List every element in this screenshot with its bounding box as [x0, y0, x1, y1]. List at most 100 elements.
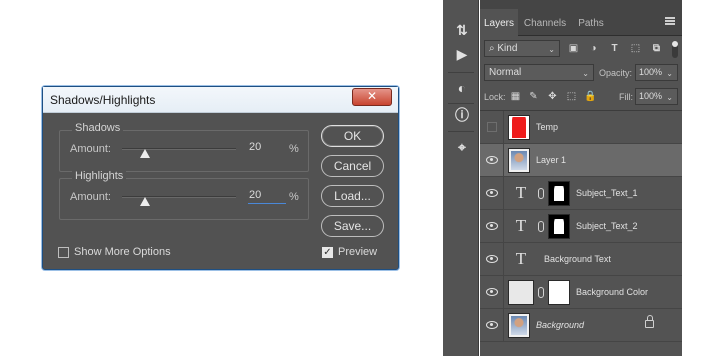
lock-image-pixels-icon[interactable]: ✎: [528, 91, 539, 102]
layer-row[interactable]: Temp: [480, 111, 682, 144]
shadows-highlights-dialog: Shadows/Highlights ✕ Shadows Amount: 20 …: [42, 86, 399, 270]
blend-mode-dropdown[interactable]: Normal ⌄: [484, 64, 594, 81]
lock-transparent-pixels-icon[interactable]: ▦: [510, 91, 521, 102]
type-filter-icon[interactable]: T: [609, 43, 620, 54]
adjustments-icon[interactable]: ◐: [453, 79, 471, 97]
layer-mask-thumbnail[interactable]: [548, 280, 570, 305]
shape-filter-icon[interactable]: ⬚: [630, 43, 641, 54]
type-layer-icon: T: [515, 216, 527, 235]
visibility-toggle[interactable]: [480, 309, 504, 342]
visibility-toggle[interactable]: [480, 177, 504, 210]
fill-value: 100%: [639, 91, 663, 101]
layer-name: Background Color: [576, 287, 649, 297]
shadows-amount-input[interactable]: 20: [248, 139, 286, 156]
filter-toggle-switch[interactable]: [672, 41, 678, 58]
opacity-value: 100%: [639, 67, 663, 77]
shadows-group-title: Shadows: [72, 122, 124, 134]
layer-name: Subject_Text_1: [576, 188, 638, 198]
layer-row[interactable]: Layer 1: [480, 144, 682, 177]
fill-label: Fill:: [619, 92, 633, 102]
image-filter-icon[interactable]: ▣: [568, 43, 579, 54]
layer-row[interactable]: Background Color: [480, 276, 682, 309]
layer-name: Layer 1: [536, 155, 567, 165]
eye-icon: [486, 321, 498, 329]
layer-name: Background Text: [544, 254, 611, 264]
tab-paths[interactable]: Paths: [572, 9, 610, 36]
layers-panel: Layers Channels Paths ⌕ Kind ⌄ ▣ ◑ T ⬚ ⧉…: [480, 0, 682, 356]
layer-row[interactable]: T Background Text: [480, 243, 682, 276]
history-icon[interactable]: ⇅: [453, 21, 471, 39]
lock-all-icon[interactable]: 🔒: [584, 91, 596, 102]
filter-kind-dropdown[interactable]: ⌕ Kind ⌄: [484, 40, 560, 57]
opacity-input[interactable]: 100% ⌄: [635, 64, 678, 81]
link-icon[interactable]: [538, 221, 544, 232]
preview-label[interactable]: Preview: [338, 246, 377, 258]
smart-object-filter-icon[interactable]: ⧉: [651, 43, 662, 54]
eye-icon: [486, 288, 498, 296]
close-button[interactable]: ✕: [352, 88, 392, 106]
dialog-title: Shadows/Highlights: [50, 93, 156, 107]
toolbar-divider: [448, 103, 474, 104]
layer-mask-thumbnail[interactable]: [548, 181, 570, 206]
layer-name: Subject_Text_2: [576, 221, 638, 231]
show-more-options-checkbox[interactable]: [58, 247, 69, 258]
link-icon[interactable]: [538, 287, 544, 298]
layer-thumbnail: [508, 313, 530, 338]
red-silhouette-icon: [512, 117, 526, 138]
preview-checkbox[interactable]: ✓: [322, 247, 333, 258]
visibility-toggle[interactable]: [480, 276, 504, 309]
lock-icon[interactable]: [645, 315, 654, 328]
lock-artboard-icon[interactable]: ⬚: [566, 91, 577, 102]
visibility-toggle[interactable]: [480, 243, 504, 276]
type-layer-icon: T: [515, 249, 527, 268]
load-button[interactable]: Load...: [321, 185, 384, 207]
cancel-button[interactable]: Cancel: [321, 155, 384, 177]
highlights-group-title: Highlights: [72, 170, 127, 182]
visibility-toggle[interactable]: [480, 144, 504, 177]
layer-row[interactable]: T Subject_Text_1: [480, 177, 682, 210]
link-icon[interactable]: [538, 188, 544, 199]
panel-tabs: Layers Channels Paths: [480, 0, 682, 36]
layer-row[interactable]: Background: [480, 309, 682, 342]
fill-input[interactable]: 100% ⌄: [635, 88, 678, 105]
layer-name: Temp: [536, 122, 559, 132]
close-icon: ✕: [366, 89, 378, 103]
mask-silhouette-icon: [549, 182, 569, 205]
ok-button[interactable]: OK: [321, 125, 384, 147]
highlights-slider-thumb[interactable]: [139, 197, 150, 206]
panel-menu-icon[interactable]: [665, 17, 675, 25]
type-layer-icon: T: [515, 183, 527, 202]
clone-source-icon[interactable]: ⌖: [453, 138, 471, 156]
fill-layer-thumbnail: [508, 280, 534, 305]
layer-thumbnail: [508, 148, 530, 173]
tab-layers[interactable]: Layers: [480, 9, 518, 36]
visibility-toggle[interactable]: [480, 111, 504, 144]
visibility-toggle[interactable]: [480, 210, 504, 243]
shadows-slider-thumb[interactable]: [139, 149, 150, 158]
actions-play-icon[interactable]: ▶: [453, 45, 471, 63]
info-icon[interactable]: ⓘ: [453, 106, 471, 124]
portrait-photo-icon: [511, 151, 527, 170]
eye-icon: [486, 156, 498, 164]
save-button[interactable]: Save...: [321, 215, 384, 237]
blend-mode-value: Normal: [489, 67, 522, 78]
lock-label: Lock:: [484, 92, 506, 102]
toolbar-divider: [448, 131, 474, 132]
checkmark-icon: ✓: [323, 247, 332, 258]
dialog-titlebar[interactable]: Shadows/Highlights ✕: [43, 87, 398, 113]
layer-row[interactable]: T Subject_Text_2: [480, 210, 682, 243]
tab-channels[interactable]: Channels: [520, 9, 570, 36]
highlights-amount-input[interactable]: 20: [248, 187, 286, 204]
eye-icon: [486, 189, 498, 197]
layer-mask-thumbnail[interactable]: [548, 214, 570, 239]
filter-kind-value: Kind: [497, 43, 518, 54]
chevron-down-icon: ⌄: [666, 93, 673, 102]
layers-list: Temp Layer 1 T Subject_Text_1 T Subject_…: [480, 110, 682, 356]
lock-position-icon[interactable]: ✥: [547, 91, 558, 102]
shadows-amount-label: Amount:: [70, 143, 111, 155]
show-more-options-label[interactable]: Show More Options: [74, 246, 171, 258]
layer-thumbnail: [508, 115, 530, 140]
chevron-down-icon: ⌄: [666, 69, 673, 78]
highlights-unit-label: %: [289, 191, 299, 203]
adjustment-filter-icon[interactable]: ◑: [588, 43, 599, 54]
